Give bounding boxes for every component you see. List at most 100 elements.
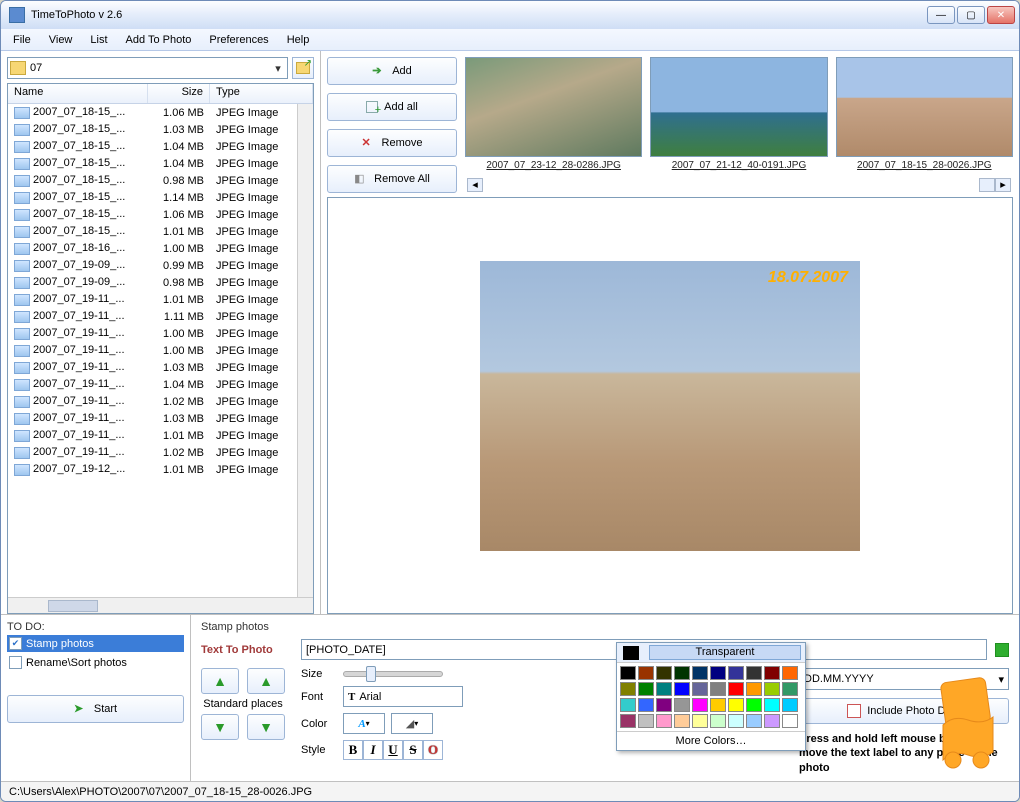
file-row[interactable]: 2007_07_19-11_...1.11 MBJPEG Image [8,308,297,325]
color-swatch[interactable] [656,714,672,728]
place-top-left-button[interactable]: ▲ [201,668,239,694]
color-swatch[interactable] [656,666,672,680]
color-swatch[interactable] [746,666,762,680]
file-row[interactable]: 2007_07_19-09_...0.98 MBJPEG Image [8,274,297,291]
color-swatch[interactable] [692,698,708,712]
col-size[interactable]: Size [148,84,210,103]
color-swatch[interactable] [656,698,672,712]
color-swatch[interactable] [638,682,654,696]
file-row[interactable]: 2007_07_18-15_...1.04 MBJPEG Image [8,138,297,155]
col-type[interactable]: Type [210,84,313,103]
file-row[interactable]: 2007_07_18-15_...1.04 MBJPEG Image [8,155,297,172]
minimize-button[interactable]: — [927,6,955,24]
color-swatch[interactable] [638,714,654,728]
thumbnail[interactable]: 2007_07_21-12_40-0191.JPG [650,57,827,177]
more-colors-button[interactable]: More Colors… [617,731,805,750]
file-row[interactable]: 2007_07_19-11_...1.03 MBJPEG Image [8,410,297,427]
color-swatch[interactable] [728,666,744,680]
file-row[interactable]: 2007_07_18-15_...1.03 MBJPEG Image [8,121,297,138]
color-swatch[interactable] [620,682,636,696]
file-row[interactable]: 2007_07_19-11_...1.01 MBJPEG Image [8,427,297,444]
col-name[interactable]: Name [8,84,148,103]
close-button[interactable]: ✕ [987,6,1015,24]
horizontal-scrollbar[interactable] [8,597,313,613]
thumbnail[interactable]: 2007_07_23-12_28-0286.JPG [465,57,642,177]
menu-file[interactable]: File [5,32,39,48]
file-row[interactable]: 2007_07_19-11_...1.03 MBJPEG Image [8,359,297,376]
thumb-scrollbar[interactable]: ◂▸ [465,177,1013,193]
menu-view[interactable]: View [41,32,81,48]
menu-list[interactable]: List [82,32,115,48]
file-rows[interactable]: 2007_07_18-15_...1.06 MBJPEG Image2007_0… [8,104,297,597]
color-swatch[interactable] [782,714,798,728]
color-swatch[interactable] [764,682,780,696]
text-color-button[interactable]: A▾ [343,713,385,734]
file-row[interactable]: 2007_07_19-12_...1.01 MBJPEG Image [8,461,297,478]
color-swatch[interactable] [620,698,636,712]
maximize-button[interactable]: ▢ [957,6,985,24]
color-swatch[interactable] [692,714,708,728]
thumbnail[interactable]: 2007_07_18-15_28-0026.JPG [836,57,1013,177]
color-swatch[interactable] [674,666,690,680]
color-swatch[interactable] [764,666,780,680]
style-u-button[interactable]: U [383,740,403,760]
menu-addtophoto[interactable]: Add To Photo [118,32,200,48]
size-slider[interactable] [343,671,443,677]
color-swatch[interactable] [764,714,780,728]
file-row[interactable]: 2007_07_19-11_...1.02 MBJPEG Image [8,393,297,410]
file-row[interactable]: 2007_07_19-11_...1.04 MBJPEG Image [8,376,297,393]
bg-color-button[interactable]: ◢▾ [391,713,433,734]
color-swatch[interactable] [782,698,798,712]
place-top-right-button[interactable]: ▲ [247,668,285,694]
color-swatch[interactable] [746,698,762,712]
folder-combo[interactable]: 07 ▾ [7,57,288,79]
transparent-option[interactable]: Transparent [649,645,801,660]
file-row[interactable]: 2007_07_18-15_...1.01 MBJPEG Image [8,223,297,240]
color-swatch[interactable] [656,682,672,696]
color-swatch[interactable] [728,698,744,712]
vertical-scrollbar[interactable] [297,104,313,597]
color-swatch[interactable] [710,698,726,712]
color-swatch[interactable] [728,682,744,696]
style-b-button[interactable]: B [343,740,363,760]
menu-preferences[interactable]: Preferences [201,32,276,48]
color-swatch[interactable] [692,682,708,696]
color-swatch[interactable] [620,714,636,728]
color-swatch[interactable] [710,714,726,728]
color-swatch[interactable] [620,666,636,680]
file-row[interactable]: 2007_07_19-11_...1.01 MBJPEG Image [8,291,297,308]
file-row[interactable]: 2007_07_19-11_...1.00 MBJPEG Image [8,342,297,359]
todo-stamp-photos[interactable]: ✔Stamp photos [7,635,184,652]
file-row[interactable]: 2007_07_18-15_...1.06 MBJPEG Image [8,104,297,121]
color-swatch[interactable] [710,666,726,680]
style-o-button[interactable]: O [423,740,443,760]
add-all-button[interactable]: +Add all [327,93,457,121]
color-swatch[interactable] [746,682,762,696]
apply-text-button[interactable] [995,643,1009,657]
folder-up-button[interactable]: ↗ [292,57,314,79]
color-swatch[interactable] [638,698,654,712]
place-bottom-left-button[interactable]: ▼ [201,714,239,740]
file-row[interactable]: 2007_07_18-15_...1.14 MBJPEG Image [8,189,297,206]
color-swatch[interactable] [692,666,708,680]
color-swatch[interactable] [746,714,762,728]
file-row[interactable]: 2007_07_19-11_...1.00 MBJPEG Image [8,325,297,342]
color-swatch[interactable] [764,698,780,712]
color-swatch[interactable] [782,666,798,680]
color-swatch[interactable] [674,682,690,696]
color-swatch[interactable] [674,714,690,728]
start-button[interactable]: ➤Start [7,695,184,723]
color-swatch[interactable] [638,666,654,680]
style-i-button[interactable]: I [363,740,383,760]
color-swatch[interactable] [728,714,744,728]
file-row[interactable]: 2007_07_18-16_...1.00 MBJPEG Image [8,240,297,257]
color-swatch[interactable] [674,698,690,712]
remove-button[interactable]: ✕Remove [327,129,457,157]
date-stamp[interactable]: 18.07.2007 [768,269,848,287]
remove-all-button[interactable]: ◧Remove All [327,165,457,193]
file-row[interactable]: 2007_07_18-15_...0.98 MBJPEG Image [8,172,297,189]
add-button[interactable]: ➔Add [327,57,457,85]
style-s-button[interactable]: S [403,740,423,760]
todo-rename-sort[interactable]: Rename\Sort photos [7,654,184,671]
place-bottom-right-button[interactable]: ▼ [247,714,285,740]
